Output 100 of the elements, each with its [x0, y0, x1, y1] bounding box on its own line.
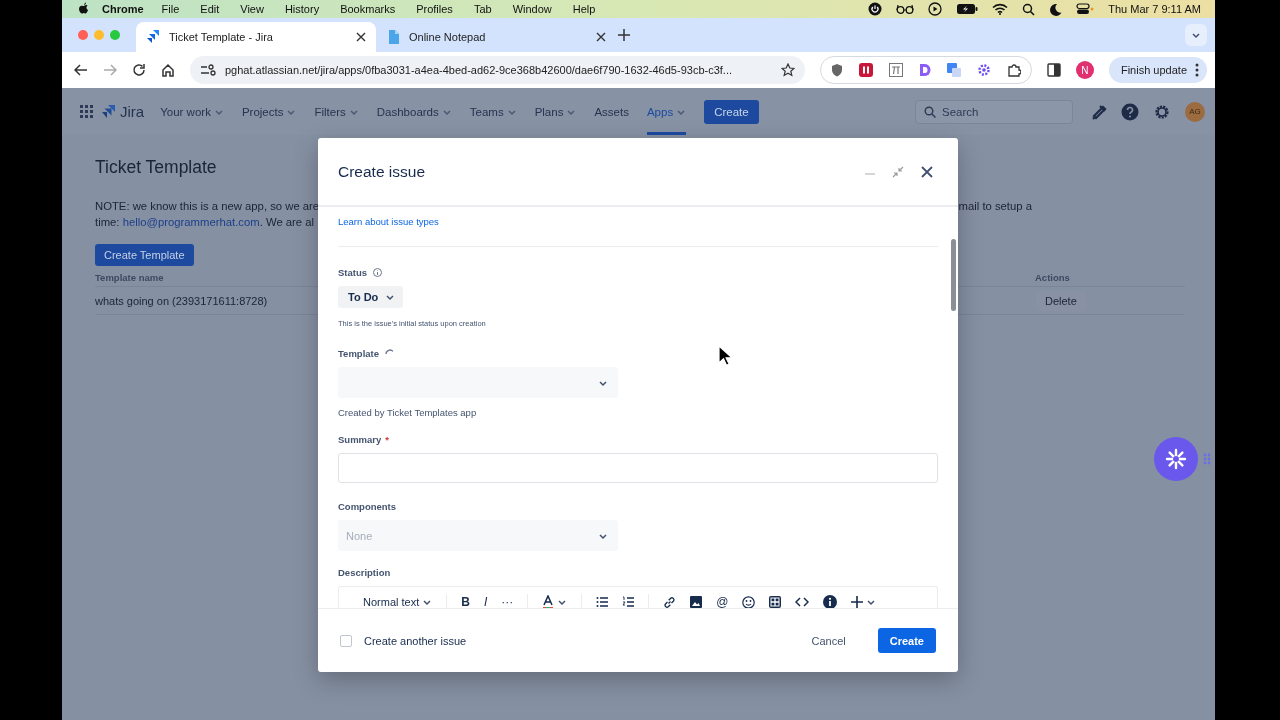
help-link[interactable]: Learn about issue types	[338, 216, 439, 227]
note-text: mail to setup a	[958, 199, 1032, 214]
field-label: Status	[338, 267, 368, 278]
shield-icon[interactable]	[830, 63, 843, 77]
create-template-button[interactable]: Create Template	[95, 244, 194, 266]
note-text: NOTE: we know this is a new app, so we are	[95, 199, 317, 214]
browser-tab[interactable]: Ticket Template - Jira	[136, 22, 376, 52]
numbered-list-icon[interactable]	[622, 596, 635, 608]
side-panel-icon[interactable]	[1046, 63, 1061, 77]
menu-item[interactable]: Help	[572, 3, 596, 15]
play-icon[interactable]	[928, 2, 943, 16]
search-icon[interactable]	[1022, 2, 1036, 16]
dialog-title: Create issue	[338, 162, 425, 181]
menu-item[interactable]: Profiles	[416, 3, 453, 15]
profile-avatar[interactable]: N	[1075, 61, 1094, 79]
site-settings-icon[interactable]	[200, 64, 216, 76]
nav-menu-item[interactable]: Filters	[314, 88, 359, 135]
cancel-button[interactable]: Cancel	[799, 628, 858, 653]
settings-icon[interactable]	[1153, 102, 1171, 121]
nav-menu-item[interactable]: Your work	[160, 88, 224, 135]
floating-action-button[interactable]	[1153, 436, 1199, 482]
jira-logo[interactable]: Jira	[101, 103, 145, 120]
select-field[interactable]	[338, 367, 618, 398]
chevron-down-icon	[866, 598, 877, 606]
finish-update-button[interactable]: Finish update	[1108, 57, 1207, 83]
power-icon[interactable]	[868, 2, 883, 16]
wifi-icon[interactable]	[992, 3, 1009, 15]
chevron-down-icon	[598, 378, 608, 387]
create-button[interactable]: Create	[704, 99, 759, 124]
collapse-icon[interactable]	[892, 165, 904, 178]
translate-icon[interactable]	[946, 63, 961, 77]
chevron-down-icon	[557, 598, 568, 606]
menubar-clock[interactable]: Thu Mar 7 9:11 AM	[1108, 3, 1201, 15]
bullet-list-icon[interactable]	[596, 596, 609, 608]
browser-tab[interactable]: Online Notepad	[376, 22, 616, 52]
table-cell: whats going on (2393171611:8728)	[95, 294, 268, 307]
pause-icon[interactable]	[858, 63, 873, 77]
menu-item[interactable]: Bookmarks	[340, 3, 396, 15]
chevron-down-icon	[286, 107, 297, 116]
table-icon[interactable]	[769, 596, 782, 608]
close-icon[interactable]	[596, 32, 606, 42]
nav-menu-item[interactable]: Assets	[594, 88, 629, 135]
image-icon[interactable]	[690, 596, 703, 608]
app-switcher-icon[interactable]	[80, 105, 93, 118]
emoji-icon[interactable]	[742, 595, 756, 608]
field-label: Description	[338, 567, 391, 578]
search-icon	[924, 105, 936, 118]
home-icon[interactable]	[161, 63, 175, 77]
input-field[interactable]	[338, 453, 938, 483]
bookmark-star-icon[interactable]	[780, 63, 795, 77]
scrollbar-thumb[interactable]	[951, 239, 956, 311]
format-button[interactable]: B	[461, 595, 470, 608]
nav-menu-item[interactable]: Dashboards	[376, 88, 452, 135]
checkbox[interactable]	[340, 634, 352, 647]
format-button[interactable]: I	[483, 595, 488, 608]
nav-menu-item[interactable]: Teams	[469, 88, 517, 135]
delete-button[interactable]: Delete	[1036, 290, 1086, 311]
menu-item[interactable]: Edit	[200, 3, 220, 15]
chevron-down-icon	[441, 107, 452, 116]
text-color-button[interactable]	[542, 595, 568, 608]
sparkle-icon[interactable]	[976, 63, 991, 77]
nav-menu-item[interactable]: Projects	[241, 88, 297, 135]
app-menu[interactable]: Chrome	[102, 3, 144, 15]
d-letter-icon[interactable]	[918, 63, 931, 77]
glasses-icon[interactable]	[896, 3, 915, 15]
battery-icon[interactable]	[956, 3, 979, 15]
create-button[interactable]: Create	[877, 628, 936, 653]
help-icon[interactable]	[1121, 102, 1139, 121]
checkbox-label[interactable]: Create another issue	[364, 634, 467, 647]
chevron-down-icon	[213, 107, 224, 116]
moon-icon[interactable]	[1049, 2, 1063, 16]
chevron-down-icon	[506, 107, 517, 116]
close-icon[interactable]	[356, 32, 366, 42]
column-header: Template name	[95, 271, 164, 283]
close-icon[interactable]	[920, 164, 934, 179]
insert-menu-button[interactable]	[851, 596, 877, 608]
new-tab-icon[interactable]	[618, 29, 630, 41]
status-dropdown[interactable]: To Do	[338, 286, 404, 308]
menu-item[interactable]: File	[161, 3, 180, 15]
link-icon[interactable]	[663, 595, 677, 608]
pi-icon[interactable]	[888, 63, 903, 77]
puzzle-icon[interactable]	[1006, 63, 1021, 77]
search-field[interactable]: Search	[915, 99, 1073, 124]
control-center-icon[interactable]	[1076, 3, 1095, 15]
text-style-dropdown[interactable]: Normal text	[363, 596, 433, 608]
reload-icon[interactable]	[132, 63, 146, 77]
menu-item[interactable]: Window	[512, 3, 552, 15]
column-header: Actions	[1035, 271, 1071, 283]
drag-handle-icon[interactable]	[1203, 453, 1211, 465]
menu-item[interactable]: View	[240, 3, 264, 15]
menu-item[interactable]: Tab	[473, 3, 492, 15]
nav-menu-item[interactable]: Plans	[534, 88, 577, 135]
mouse-cursor-icon	[718, 345, 732, 367]
info-icon[interactable]	[823, 595, 838, 608]
apple-icon[interactable]	[78, 2, 90, 16]
format-button[interactable]: ···	[501, 595, 514, 608]
back-icon[interactable]	[74, 64, 88, 76]
mention-button[interactable]: @	[716, 595, 729, 608]
code-icon[interactable]	[795, 596, 810, 608]
menu-item[interactable]: History	[284, 3, 320, 15]
